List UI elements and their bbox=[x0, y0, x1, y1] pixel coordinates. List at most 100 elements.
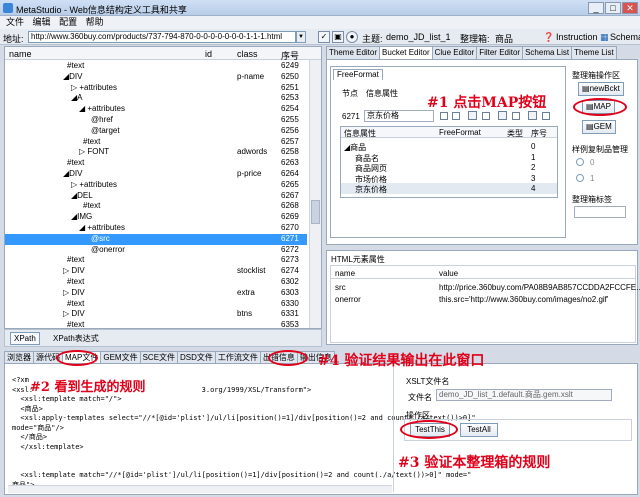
url-dropdown-icon[interactable]: ▼ bbox=[296, 31, 306, 43]
tag-input[interactable] bbox=[574, 206, 626, 218]
radio-1[interactable] bbox=[576, 174, 584, 182]
col-class[interactable]: class bbox=[237, 49, 258, 59]
tree-row[interactable]: ▷ +attributes 6251 bbox=[5, 83, 307, 94]
tree-row[interactable]: #text 6249 bbox=[5, 61, 307, 72]
tree-node-name: ◢IMG bbox=[71, 212, 93, 222]
checkbox-4[interactable] bbox=[512, 112, 520, 120]
tab-bucket-editor[interactable]: Bucket Editor bbox=[379, 46, 433, 59]
url-input[interactable]: http://www.360buy.com/products/737-794-8… bbox=[28, 31, 296, 43]
col-id[interactable]: id bbox=[205, 49, 212, 59]
tree-row[interactable]: ◢A 6253 bbox=[5, 93, 307, 104]
picture-icon[interactable]: ▣ bbox=[332, 31, 344, 43]
output-tab-highlight-ring bbox=[268, 350, 308, 366]
tree-node-name: ▷ +attributes bbox=[71, 179, 117, 189]
theme-value[interactable]: demo_JD_list_1 bbox=[386, 32, 451, 42]
home-icon[interactable] bbox=[498, 111, 507, 120]
tree-row[interactable]: ◢ +attributes 6270 bbox=[5, 223, 307, 234]
tree-row[interactable]: @href 6255 bbox=[5, 115, 307, 126]
maximize-button[interactable]: □ bbox=[605, 2, 621, 14]
tree-row[interactable]: @onerror 6272 bbox=[5, 245, 307, 256]
tree-row[interactable]: @target 6256 bbox=[5, 126, 307, 137]
new-bucket-button[interactable]: ▤newBckt bbox=[578, 82, 624, 96]
menu-help[interactable]: 帮助 bbox=[86, 16, 104, 29]
tree-row[interactable]: #text 6268 bbox=[5, 201, 307, 212]
scroll-thumb[interactable] bbox=[311, 200, 320, 224]
close-button[interactable]: ✕ bbox=[622, 2, 638, 14]
tree-row[interactable]: ▷ FONT adwords 6258 bbox=[5, 147, 307, 158]
attr-row-value[interactable]: http://price.360buy.com/PA08B9AB857CCDDA… bbox=[439, 283, 640, 292]
tree-row[interactable]: ▷ DIV btns 6331 bbox=[5, 309, 307, 320]
tree-node-no: 6272 bbox=[281, 244, 299, 254]
tree-node-no: 6258 bbox=[281, 147, 299, 157]
grid-row[interactable]: 市场价格 3 bbox=[341, 173, 557, 184]
info-attr-input[interactable]: 京东价格 bbox=[364, 110, 434, 122]
grid-col-no: 序号 bbox=[531, 129, 547, 138]
tree-node-name: #text bbox=[67, 255, 85, 265]
tree-row[interactable]: #text 6302 bbox=[5, 277, 307, 288]
gem-button[interactable]: ▤GEM bbox=[582, 120, 616, 134]
tree-row[interactable]: ◢ +attributes 6254 bbox=[5, 104, 307, 115]
radio-0[interactable] bbox=[576, 158, 584, 166]
tree-node-class: p-name bbox=[237, 71, 265, 81]
test-all-button[interactable]: TestAll bbox=[460, 423, 498, 437]
checkbox-1[interactable] bbox=[440, 112, 448, 120]
tree-node-no: 6269 bbox=[281, 212, 299, 222]
tab-theme-editor[interactable]: Theme Editor bbox=[326, 46, 381, 59]
tree-scrollbar[interactable] bbox=[309, 60, 321, 328]
xpath-button[interactable]: XPath bbox=[10, 332, 40, 345]
menu-config[interactable]: 配置 bbox=[59, 16, 77, 29]
grid-row[interactable]: ◢商品 0 bbox=[341, 141, 557, 152]
tree-row[interactable]: @src 6271 bbox=[5, 233, 307, 245]
menu-edit[interactable]: 编辑 bbox=[33, 16, 51, 29]
schema-icon[interactable]: ▦ bbox=[600, 32, 609, 43]
list-icon[interactable] bbox=[528, 111, 537, 120]
attr-row-value[interactable]: this.src='http://www.360buy.com/images/n… bbox=[439, 295, 608, 304]
tree-row[interactable]: #text 6257 bbox=[5, 137, 307, 148]
checkbox-5[interactable] bbox=[542, 112, 550, 120]
checkbox-2[interactable] bbox=[452, 112, 460, 120]
grid-row[interactable]: 京东价格 4 bbox=[341, 183, 557, 194]
xslt-file-input[interactable]: demo_JD_list_1.default.商品.gem.xslt bbox=[436, 389, 612, 401]
minimize-button[interactable]: _ bbox=[588, 2, 604, 14]
tab-schema-list[interactable]: Schema List bbox=[522, 46, 573, 59]
tree-row[interactable]: #text 6353 bbox=[5, 320, 307, 328]
bucket-value[interactable]: 商品 bbox=[495, 32, 513, 45]
tree-row[interactable]: ▷ DIV stocklist 6274 bbox=[5, 266, 307, 277]
tree-row[interactable]: #text 6263 bbox=[5, 158, 307, 169]
tab-clue-editor[interactable]: Clue Editor bbox=[431, 46, 478, 59]
globe-icon[interactable]: ● bbox=[346, 31, 358, 43]
check-icon[interactable]: ✓ bbox=[318, 31, 330, 43]
schema-link[interactable]: Schema bbox=[610, 32, 640, 42]
tree-row[interactable]: ▷ +attributes 6265 bbox=[5, 180, 307, 191]
freeformat-tab[interactable]: FreeFormat bbox=[333, 69, 383, 80]
tree-node-no: 6265 bbox=[281, 179, 299, 189]
help-icon[interactable]: ❓ bbox=[543, 32, 554, 43]
grid-row[interactable]: 商品名 1 bbox=[341, 152, 557, 163]
tree-node-name: @src bbox=[91, 233, 110, 243]
tab-filter-editor[interactable]: Filter Editor bbox=[476, 46, 524, 59]
attr-row-name[interactable]: onerror bbox=[335, 295, 361, 304]
code-line: <xsl:template match="//*[@id='plist']/ul… bbox=[12, 471, 472, 479]
tab-theme-list[interactable]: Theme List bbox=[571, 46, 617, 59]
menu-file[interactable]: 文件 bbox=[6, 16, 24, 29]
attr-row-name[interactable]: src bbox=[335, 283, 346, 292]
grid-row-no: 0 bbox=[531, 142, 536, 151]
doc-icon[interactable] bbox=[468, 111, 477, 120]
tree-row[interactable]: #text 6330 bbox=[5, 299, 307, 310]
tree-row[interactable]: ◢IMG 6269 bbox=[5, 212, 307, 223]
bottom-splitter[interactable] bbox=[393, 366, 394, 492]
tree-node-no: 6330 bbox=[281, 298, 299, 308]
col-name[interactable]: name bbox=[9, 49, 32, 59]
tree-row[interactable]: ◢DIV p-name 6250 bbox=[5, 72, 307, 83]
instruction-link[interactable]: Instruction bbox=[556, 32, 598, 42]
tree-row[interactable]: ▷ DIV extra 6303 bbox=[5, 288, 307, 299]
tree-row[interactable]: #text 6273 bbox=[5, 255, 307, 266]
code-line: mode="商品"/> bbox=[12, 423, 64, 432]
tree-row[interactable]: ◢DIV p-price 6264 bbox=[5, 169, 307, 180]
grid-row[interactable]: 商品网页 2 bbox=[341, 162, 557, 173]
checkbox-3[interactable] bbox=[482, 112, 490, 120]
tree-row[interactable]: ◢DEL 6267 bbox=[5, 191, 307, 202]
tree-node-name: #text bbox=[67, 158, 85, 168]
code-hscrollbar[interactable] bbox=[8, 485, 392, 493]
map-tab-highlight-ring bbox=[56, 350, 98, 366]
